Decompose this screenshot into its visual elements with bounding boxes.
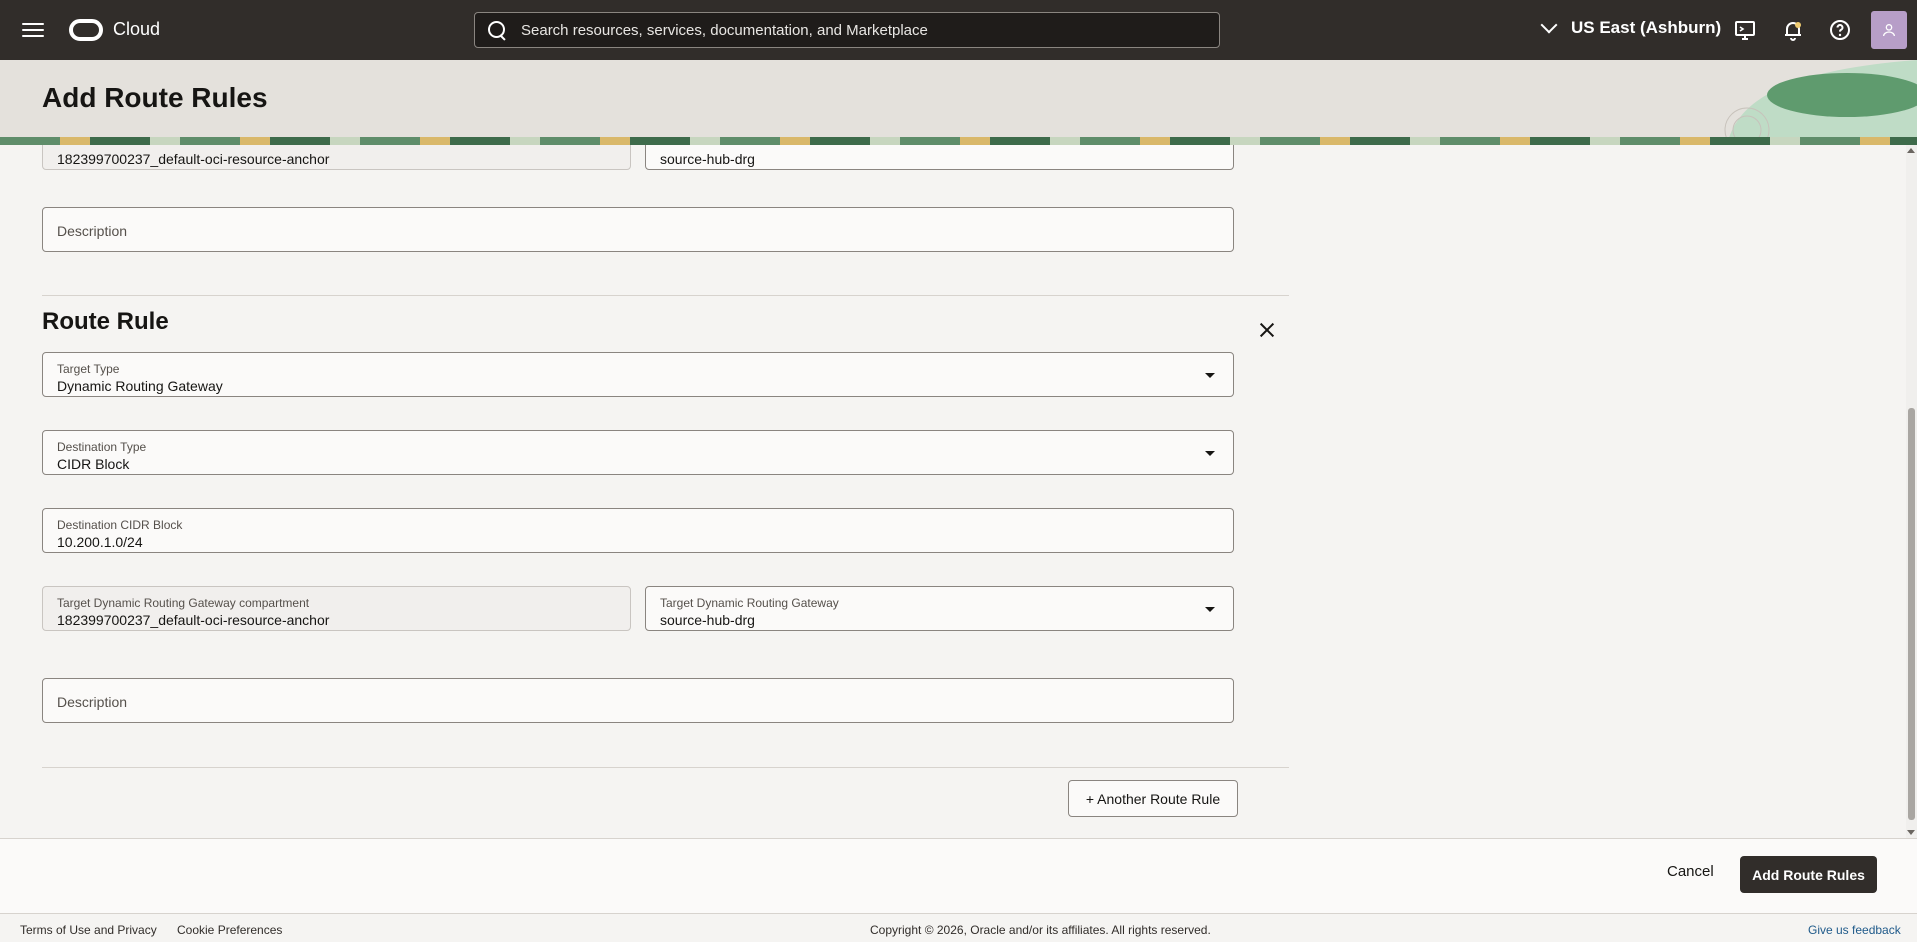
rule-divider xyxy=(42,295,1289,296)
search-icon xyxy=(487,20,507,40)
cloud-shell-icon[interactable] xyxy=(1733,18,1757,42)
prev-description-field[interactable]: Description xyxy=(42,207,1234,252)
header-pattern-strip xyxy=(0,137,1917,145)
user-avatar[interactable] xyxy=(1871,11,1907,49)
form-divider xyxy=(42,767,1289,768)
destination-cidr-label: Destination CIDR Block xyxy=(57,518,183,532)
chevron-down-icon xyxy=(1540,16,1558,34)
destination-type-select[interactable]: Destination Type CIDR Block xyxy=(42,430,1234,475)
prev-compartment-field[interactable]: 182399700237_default-oci-resource-anchor xyxy=(42,145,631,170)
scroll-down-icon[interactable] xyxy=(1907,830,1915,835)
cookie-preferences-link[interactable]: Cookie Preferences xyxy=(177,923,282,937)
destination-cidr-field[interactable]: Destination CIDR Block 10.200.1.0/24 xyxy=(42,508,1234,553)
target-gateway-value: source-hub-drg xyxy=(660,612,755,628)
terms-link[interactable]: Terms of Use and Privacy xyxy=(20,923,157,937)
target-gateway-select[interactable]: Target Dynamic Routing Gateway source-hu… xyxy=(645,586,1234,631)
target-compartment-value: 182399700237_default-oci-resource-anchor xyxy=(57,612,330,628)
target-compartment-label: Target Dynamic Routing Gateway compartme… xyxy=(57,596,310,610)
caret-down-icon xyxy=(1205,607,1215,612)
target-gateway-label: Target Dynamic Routing Gateway xyxy=(660,596,839,610)
menu-icon[interactable] xyxy=(22,20,44,40)
target-type-select[interactable]: Target Type Dynamic Routing Gateway xyxy=(42,352,1234,397)
prev-gateway-select[interactable]: source-hub-drg xyxy=(645,145,1234,170)
scroll-up-icon[interactable] xyxy=(1907,148,1915,153)
destination-type-label: Destination Type xyxy=(57,440,147,454)
route-rule-title: Route Rule xyxy=(42,308,169,335)
footer: Terms of Use and Privacy Cookie Preferen… xyxy=(0,913,1917,942)
scroll-thumb[interactable] xyxy=(1908,408,1915,820)
search-input[interactable] xyxy=(521,21,1201,39)
target-type-value: Dynamic Routing Gateway xyxy=(57,378,223,394)
brand-label[interactable]: Cloud xyxy=(113,19,160,40)
close-icon[interactable] xyxy=(1259,322,1275,338)
page-header: Add Route Rules xyxy=(0,60,1917,145)
copyright-text: Copyright © 2026, Oracle and/or its affi… xyxy=(870,923,1211,937)
destination-type-value: CIDR Block xyxy=(57,456,130,472)
page-title: Add Route Rules xyxy=(42,82,268,113)
caret-down-icon xyxy=(1205,451,1215,456)
target-type-label: Target Type xyxy=(57,362,120,376)
top-navigation-bar: Cloud US East (Ashburn) xyxy=(0,0,1917,60)
prev-description-placeholder: Description xyxy=(57,223,128,239)
caret-down-icon xyxy=(1205,373,1215,378)
prev-gateway-value: source-hub-drg xyxy=(660,151,755,167)
another-route-rule-button[interactable]: + Another Route Rule xyxy=(1068,780,1238,817)
action-bar: Cancel Add Route Rules xyxy=(0,838,1917,913)
bell-icon[interactable] xyxy=(1781,18,1805,42)
description-placeholder: Description xyxy=(57,694,128,710)
prev-compartment-value: 182399700237_default-oci-resource-anchor xyxy=(57,151,330,167)
search-box[interactable] xyxy=(474,12,1220,48)
help-icon[interactable] xyxy=(1828,18,1852,42)
user-icon xyxy=(1883,24,1895,37)
region-label: US East (Ashburn) xyxy=(1571,18,1722,37)
feedback-link[interactable]: Give us feedback xyxy=(1808,923,1901,937)
oracle-logo-icon[interactable] xyxy=(69,19,103,41)
destination-cidr-value: 10.200.1.0/24 xyxy=(57,534,143,550)
add-route-rules-button[interactable]: Add Route Rules xyxy=(1740,856,1877,893)
header-decoration xyxy=(1724,60,1917,145)
scrollbar[interactable] xyxy=(1906,145,1917,838)
region-selector[interactable]: US East (Ashburn) xyxy=(1540,16,1722,38)
form-content: 182399700237_default-oci-resource-anchor… xyxy=(0,145,1906,838)
target-compartment-field[interactable]: Target Dynamic Routing Gateway compartme… xyxy=(42,586,631,631)
description-field[interactable]: Description xyxy=(42,678,1234,723)
cancel-button[interactable]: Cancel xyxy=(1667,863,1714,880)
